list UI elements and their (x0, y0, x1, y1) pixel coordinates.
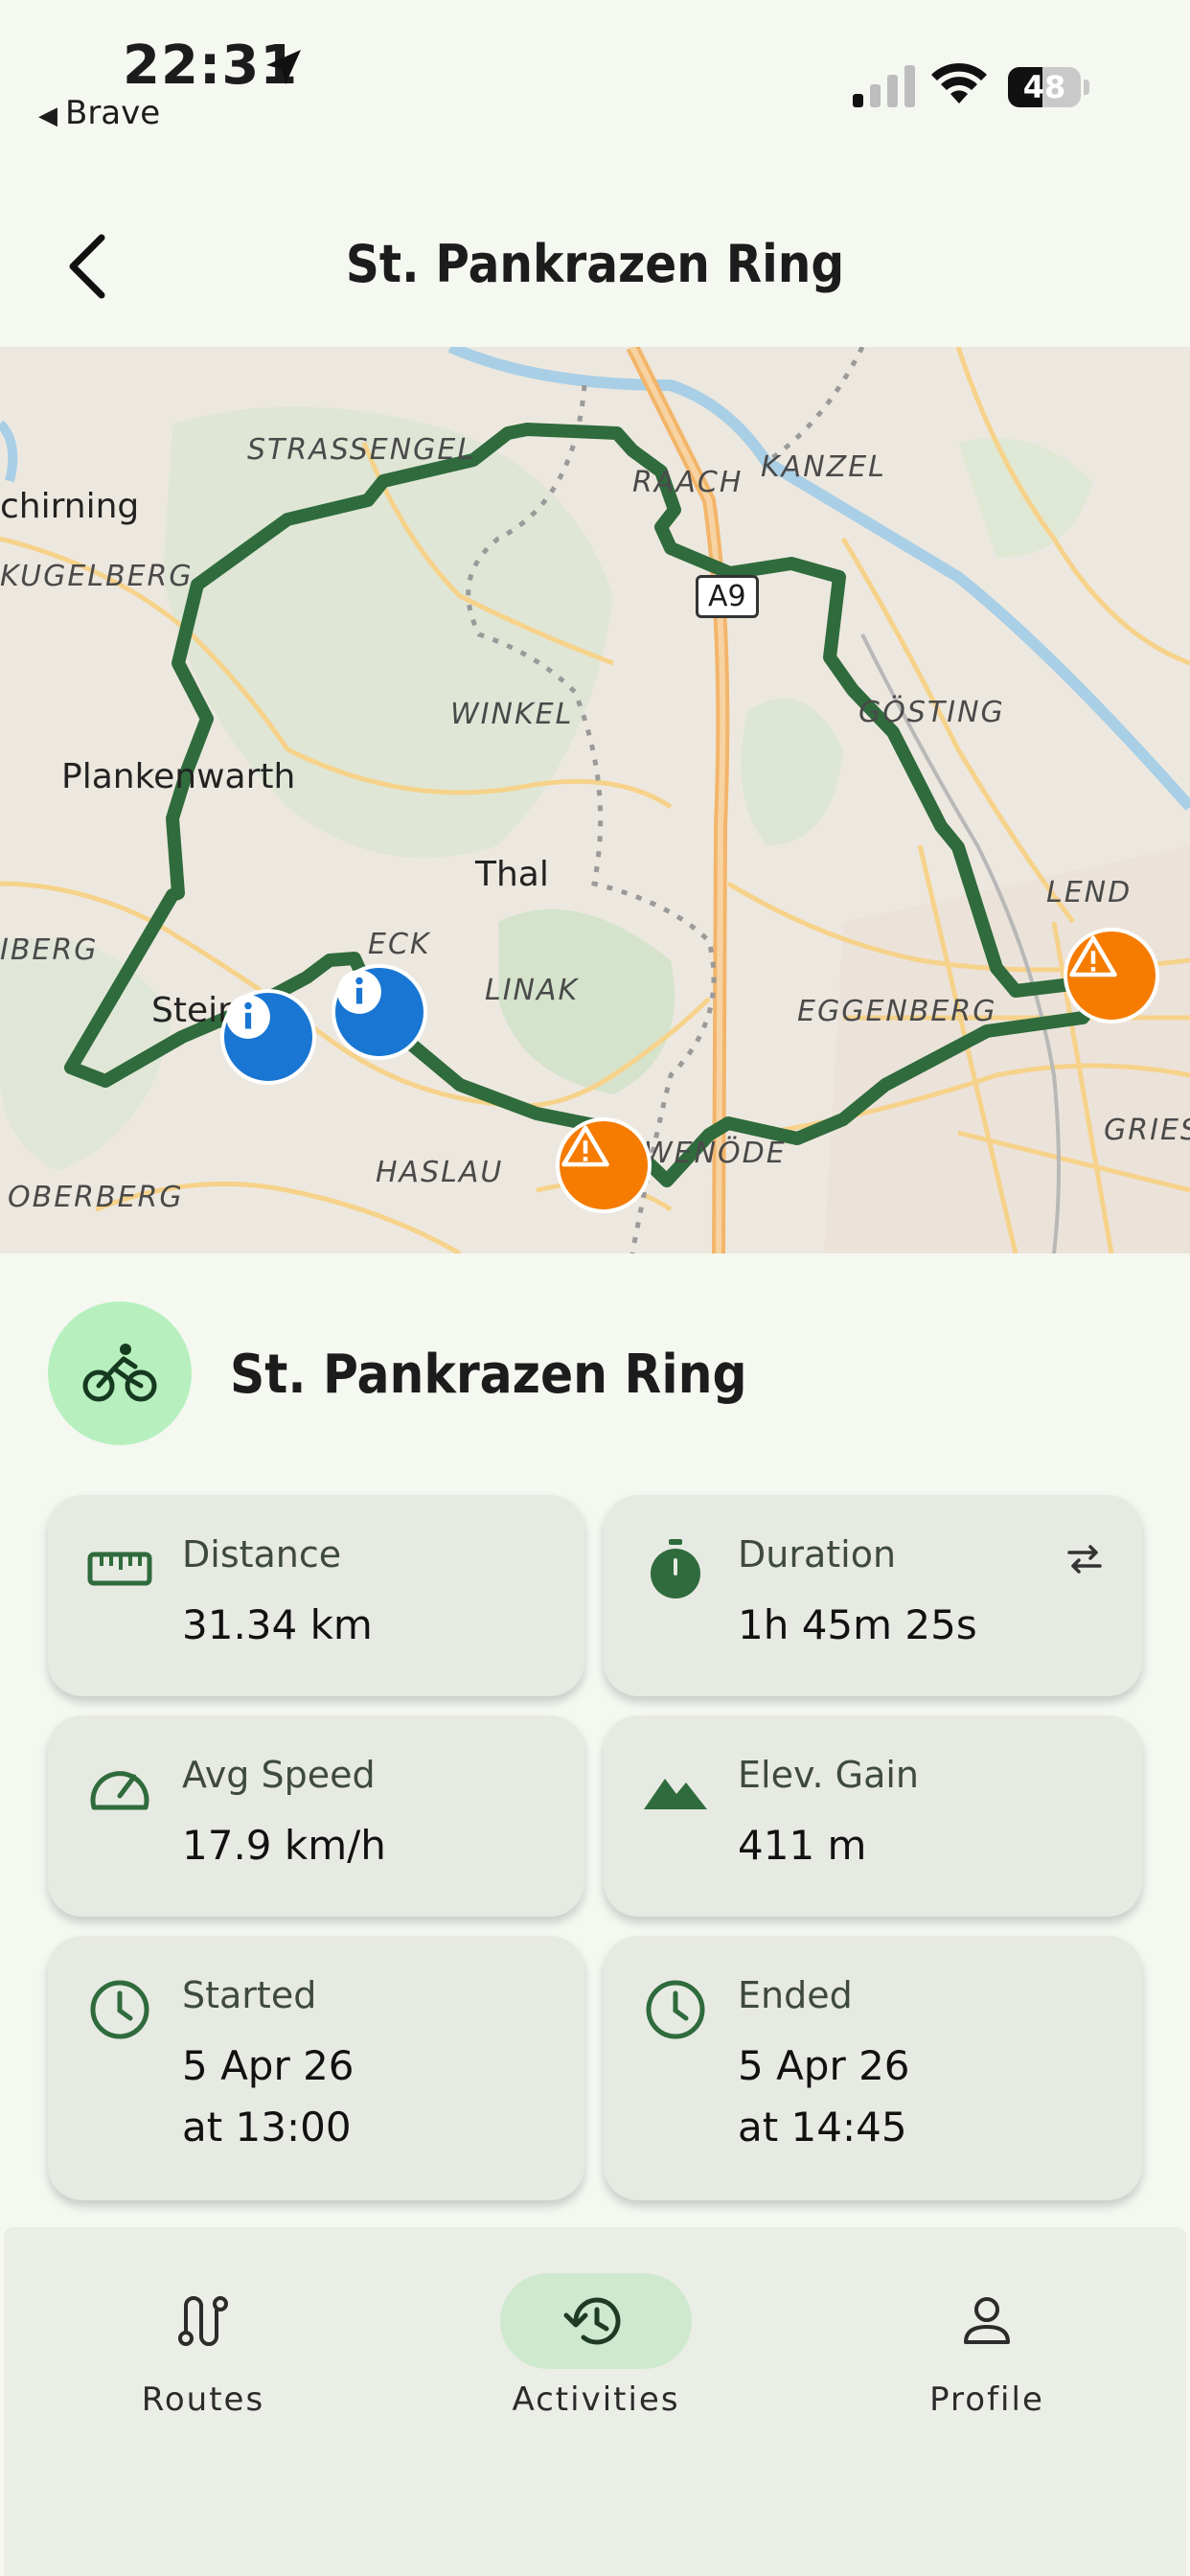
map-label: chirning (0, 487, 140, 526)
bottom-nav: Routes Activities Profile (4, 2227, 1186, 2576)
started-card: Started 5 Apr 26 at 13:00 (48, 1936, 584, 2200)
nav-label-activities: Activities (512, 2380, 680, 2419)
location-arrow-icon (266, 50, 301, 84)
map-label: STRASSENGEL (247, 433, 476, 467)
ruler-icon (87, 1552, 152, 1586)
duration-value: 1h 45m 25s (738, 1601, 977, 1648)
page-title: St. Pankrazen Ring (345, 234, 845, 294)
ended-date: 5 Apr 26 (738, 2042, 910, 2089)
ended-time: at 14:45 (738, 2104, 907, 2150)
map-label: KANZEL (761, 450, 886, 484)
map-label: LINAK (485, 974, 580, 1007)
avg-speed-label: Avg Speed (182, 1754, 376, 1796)
started-label: Started (182, 1974, 317, 2016)
duration-card[interactable]: Duration 1h 45m 25s (604, 1495, 1142, 1696)
elev-gain-label: Elev. Gain (738, 1754, 920, 1796)
ended-label: Ended (738, 1974, 853, 2016)
started-value: 5 Apr 26 at 13:00 (182, 2036, 355, 2158)
battery-cap (1084, 80, 1089, 95)
started-time: at 13:00 (182, 2104, 352, 2150)
mountain-icon (644, 1779, 707, 1809)
stopwatch-icon (651, 1539, 700, 1598)
speedometer-icon (90, 1771, 149, 1810)
nav-pill (891, 2273, 1083, 2369)
back-app-label: Brave (65, 94, 161, 132)
clock-icon (646, 1980, 705, 2039)
info-marker[interactable] (332, 964, 427, 1060)
map-label: ECK (368, 928, 431, 961)
warning-marker[interactable] (556, 1117, 652, 1213)
swap-icon[interactable] (1065, 1543, 1104, 1576)
route-map[interactable]: STRASSENGEL RAACH KANZEL chirning KUGELB… (0, 347, 1190, 1254)
map-label: LEND (1046, 876, 1133, 909)
map-label: Thal (475, 855, 549, 894)
nav-label-profile: Profile (929, 2380, 1044, 2419)
bicycle-icon (82, 1344, 157, 1402)
cellular-signal-icon (853, 65, 915, 107)
clock-icon (90, 1980, 149, 2039)
warning-icon (561, 1125, 609, 1167)
elev-gain-card: Elev. Gain 411 m (604, 1715, 1142, 1917)
activity-header: St. Pankrazen Ring (48, 1301, 1150, 1445)
map-label: RAACH (632, 466, 744, 499)
status-bar: 22:31 ◀ Brave 48 (0, 0, 1190, 172)
battery-icon: 48 (1008, 67, 1081, 107)
avg-speed-card: Avg Speed 17.9 km/h (48, 1715, 584, 1917)
ended-card: Ended 5 Apr 26 at 14:45 (604, 1936, 1142, 2200)
wifi-icon (931, 62, 987, 104)
map-label: OBERBERG (8, 1181, 184, 1214)
map-label: KUGELBERG (0, 560, 194, 593)
map-label: GÖSTING (858, 696, 1005, 729)
history-icon (563, 2297, 621, 2345)
distance-label: Distance (182, 1533, 342, 1576)
activity-title: St. Pankrazen Ring (230, 1344, 747, 1406)
distance-card: Distance 31.34 km (48, 1495, 584, 1696)
map-label: WINKEL (450, 698, 574, 731)
elev-gain-value: 411 m (738, 1822, 867, 1869)
info-icon (337, 970, 381, 1014)
nav-label-routes: Routes (141, 2380, 265, 2419)
duration-label: Duration (738, 1533, 897, 1576)
started-date: 5 Apr 26 (182, 2042, 355, 2089)
info-icon (226, 995, 270, 1039)
distance-value: 31.34 km (182, 1601, 373, 1648)
info-marker[interactable] (220, 989, 316, 1085)
map-label: Plankenwarth (61, 757, 296, 796)
route-icon (178, 2296, 228, 2346)
battery-level: 48 (1022, 69, 1066, 105)
back-to-app-link[interactable]: ◀ Brave (38, 94, 160, 132)
map-label: WENÖDE (644, 1137, 787, 1170)
avg-speed-value: 17.9 km/h (182, 1822, 386, 1869)
nav-header: St. Pankrazen Ring (0, 192, 1190, 345)
map-label: HASLAU (376, 1156, 504, 1189)
nav-pill (107, 2273, 299, 2369)
nav-pill-active (500, 2273, 692, 2369)
back-triangle-icon: ◀ (38, 102, 57, 130)
person-icon (964, 2297, 1010, 2344)
warning-marker[interactable] (1064, 928, 1159, 1024)
warning-icon (1069, 935, 1117, 978)
map-label: IBERG (0, 933, 99, 967)
map-label: GRIES (1104, 1114, 1190, 1147)
ended-value: 5 Apr 26 at 14:45 (738, 2036, 910, 2158)
map-label: EGGENBERG (797, 995, 997, 1028)
road-shield-a9: A9 (696, 575, 759, 618)
activity-avatar (48, 1301, 192, 1445)
